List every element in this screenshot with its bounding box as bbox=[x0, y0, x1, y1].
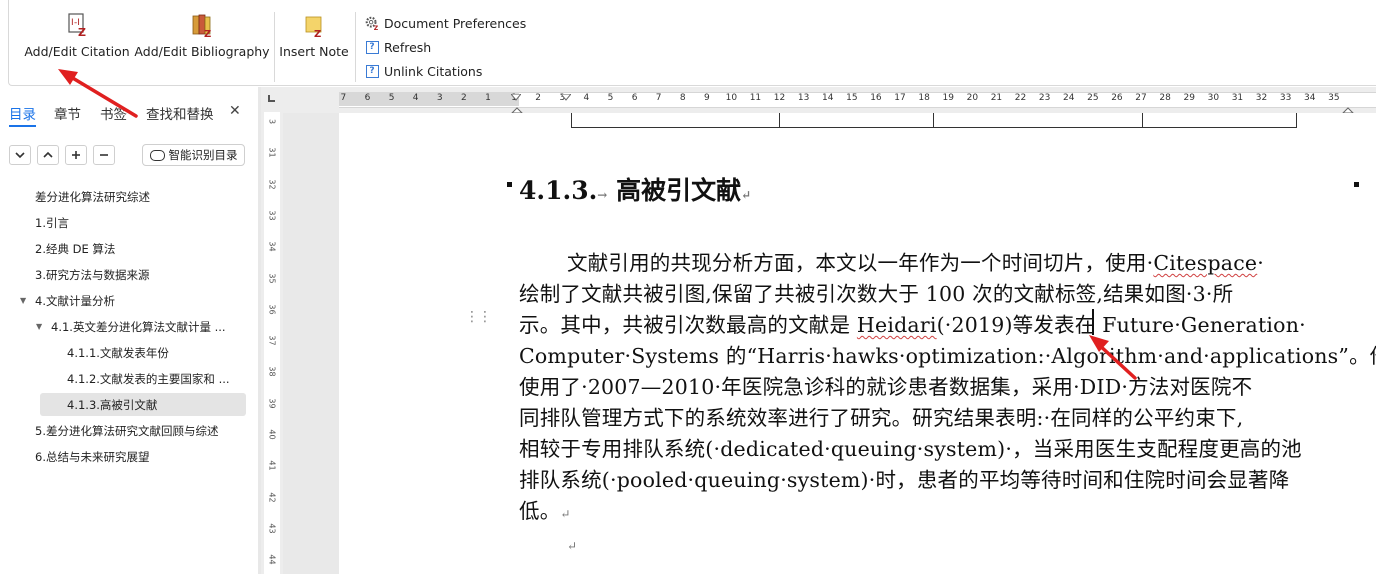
annotation-arrows bbox=[58, 69, 1137, 380]
